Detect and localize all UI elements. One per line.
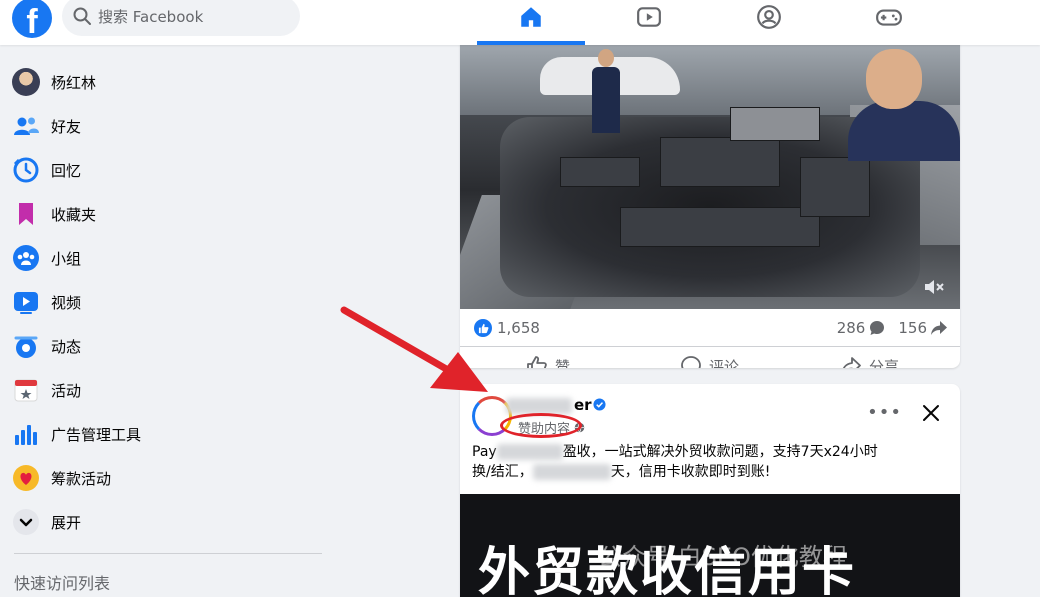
sidebar-item-ads-manager[interactable]: 广告管理工具 xyxy=(8,412,328,456)
sidebar-item-label: 视频 xyxy=(51,293,82,312)
like-button[interactable]: 赞 xyxy=(526,348,570,368)
ad-text-line1-prefix: Pay xyxy=(472,444,497,460)
share-button-label: 分享 xyxy=(869,357,900,369)
nav-profile-icon[interactable] xyxy=(754,4,784,30)
sidebar-item-events[interactable]: 活动 xyxy=(8,368,328,412)
mute-icon[interactable] xyxy=(922,275,946,299)
top-navigation-bar: f 搜索 Facebook xyxy=(0,0,1040,45)
shortcuts-section-title: 快速访问列表 xyxy=(14,574,111,593)
facebook-logo[interactable]: f xyxy=(12,0,52,38)
sidebar-item-label: 活动 xyxy=(51,381,82,400)
memories-icon xyxy=(12,156,40,184)
active-tab-indicator xyxy=(477,41,585,45)
sidebar-item-memories[interactable]: 回忆 xyxy=(8,148,328,192)
thumbs-up-icon xyxy=(527,356,547,368)
share-arrow-icon xyxy=(931,321,947,335)
left-sidebar: 杨红林 好友 回忆 收藏夹 小组 视频 动态 活动 广告管理工具 筹款活动 展开… xyxy=(0,45,340,597)
ads-manager-icon xyxy=(12,420,40,448)
comment-button[interactable]: 评论 xyxy=(680,348,739,368)
sidebar-item-expand[interactable]: 展开 xyxy=(8,500,328,544)
groups-icon xyxy=(12,244,40,272)
sidebar-item-label: 小组 xyxy=(51,249,82,268)
profile-avatar xyxy=(12,68,40,96)
video-icon xyxy=(12,288,40,316)
nav-gaming-icon[interactable] xyxy=(874,4,904,30)
comment-button-label: 评论 xyxy=(709,357,740,369)
sidebar-item-groups[interactable]: 小组 xyxy=(8,236,328,280)
post-video[interactable] xyxy=(460,45,960,309)
sidebar-item-fundraisers[interactable]: 筹款活动 xyxy=(8,456,328,500)
ad-body-text: Pay 盈收，一站式解决外贸收款问题，支持7天x24小时 换/结汇， 天，信用卡收款… xyxy=(472,442,952,482)
like-count-value: 1,658 xyxy=(497,319,540,337)
sidebar-item-label: 回忆 xyxy=(51,161,82,180)
sidebar-item-friends[interactable]: 好友 xyxy=(8,104,328,148)
search-icon xyxy=(73,7,91,25)
verified-badge-icon xyxy=(593,398,606,411)
close-icon[interactable] xyxy=(922,404,940,422)
ad-text-line2-suffix: 天，信用卡收款即时到账! xyxy=(610,464,771,480)
post-stats-bar: 1,658 286 156 xyxy=(460,309,960,347)
comment-share-counts: 286 156 xyxy=(837,319,948,337)
advertiser-name-blurred xyxy=(506,398,572,414)
sidebar-item-video[interactable]: 视频 xyxy=(8,280,328,324)
share-button[interactable]: 分享 xyxy=(840,348,899,368)
sidebar-item-label: 展开 xyxy=(51,513,82,532)
like-button-label: 赞 xyxy=(555,357,571,369)
comment-count-value[interactable]: 286 xyxy=(837,319,866,337)
events-icon xyxy=(12,376,40,404)
watermark-text: 公众号·白SEO优化教程 xyxy=(598,543,847,571)
sidebar-item-label: 广告管理工具 xyxy=(51,425,142,444)
sidebar-item-label: 收藏夹 xyxy=(51,205,97,224)
chevron-down-icon xyxy=(12,508,40,536)
sidebar-item-label: 筹款活动 xyxy=(51,469,112,488)
ad-text-blurred-1 xyxy=(496,444,563,460)
comment-icon xyxy=(681,356,701,368)
saved-icon xyxy=(12,200,40,228)
share-count-value[interactable]: 156 xyxy=(898,319,927,337)
search-placeholder: 搜索 Facebook xyxy=(98,7,204,26)
advertiser-name-visible[interactable]: er xyxy=(574,396,592,414)
sidebar-divider xyxy=(14,553,322,554)
friends-icon xyxy=(12,112,40,140)
more-options-icon[interactable]: ••• xyxy=(867,402,902,423)
feeds-icon xyxy=(12,332,40,360)
nav-home-icon[interactable] xyxy=(516,4,546,30)
sidebar-item-label: 杨红林 xyxy=(51,73,97,92)
annotation-red-circle xyxy=(500,413,582,438)
annotation-red-arrow xyxy=(340,306,488,392)
sidebar-item-saved[interactable]: 收藏夹 xyxy=(8,192,328,236)
search-box[interactable]: 搜索 Facebook xyxy=(62,0,300,36)
ad-text-line2-prefix: 换/结汇， xyxy=(472,464,533,480)
video-person-standing xyxy=(592,49,620,137)
video-person-presenter xyxy=(848,45,960,161)
feed-post-video: 1,658 286 156 赞 评论 分享 xyxy=(460,20,960,368)
sidebar-item-label: 动态 xyxy=(51,337,82,356)
nav-video-icon[interactable] xyxy=(634,4,664,30)
sidebar-item-feeds[interactable]: 动态 xyxy=(8,324,328,368)
sidebar-item-profile[interactable]: 杨红林 xyxy=(8,60,328,104)
sidebar-item-label: 好友 xyxy=(51,117,82,136)
ad-text-line1-suffix: 盈收，一站式解决外贸收款问题，支持7天x24小时 xyxy=(562,444,878,460)
comment-bubble-icon xyxy=(870,321,885,335)
ad-text-blurred-2 xyxy=(532,464,611,480)
fundraiser-icon xyxy=(12,464,40,492)
share-icon xyxy=(842,357,861,368)
